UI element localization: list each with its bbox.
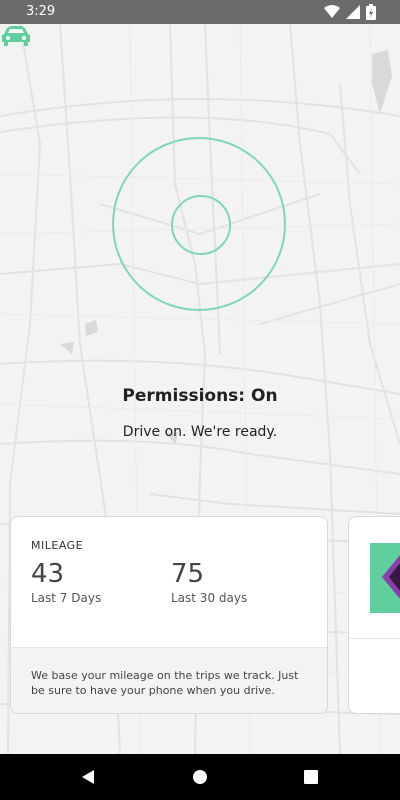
- mileage-30-days-value: 75: [171, 559, 205, 589]
- mileage-30-days: 75 Last 30 days: [171, 559, 247, 605]
- next-card[interactable]: [348, 516, 400, 714]
- nav-bar: [0, 754, 400, 800]
- recents-icon[interactable]: [301, 767, 321, 787]
- radar-inner-ring: [171, 195, 231, 255]
- permissions-subtitle: Drive on. We're ready.: [122, 424, 278, 440]
- mileage-footer: We base your mileage on the trips we tra…: [11, 647, 327, 713]
- status-icons: [324, 4, 376, 20]
- mileage-7-days: 43 Last 7 Days: [31, 559, 101, 605]
- permissions-title: Permissions: On: [122, 386, 278, 406]
- car-icon: [2, 26, 30, 46]
- mileage-30-days-caption: Last 30 days: [171, 591, 248, 605]
- home-icon[interactable]: [190, 767, 210, 787]
- signal-icon: [346, 5, 360, 19]
- mileage-label: MILEAGE: [31, 539, 84, 552]
- mileage-7-days-value: 43: [31, 559, 65, 589]
- next-card-divider: [349, 638, 400, 639]
- back-icon[interactable]: [78, 767, 98, 787]
- wifi-icon: [324, 5, 340, 18]
- battery-icon: [366, 4, 376, 20]
- mileage-7-days-caption: Last 7 Days: [31, 591, 102, 605]
- mileage-card[interactable]: MILEAGE 43 Last 7 Days 75 Last 30 days W…: [10, 516, 328, 714]
- status-bar: 3:29: [0, 0, 400, 24]
- next-card-thumbnail: [370, 543, 400, 613]
- mileage-footnote: We base your mileage on the trips we tra…: [31, 669, 299, 697]
- status-time: 3:29: [26, 4, 56, 19]
- diamond-icon: [382, 555, 400, 599]
